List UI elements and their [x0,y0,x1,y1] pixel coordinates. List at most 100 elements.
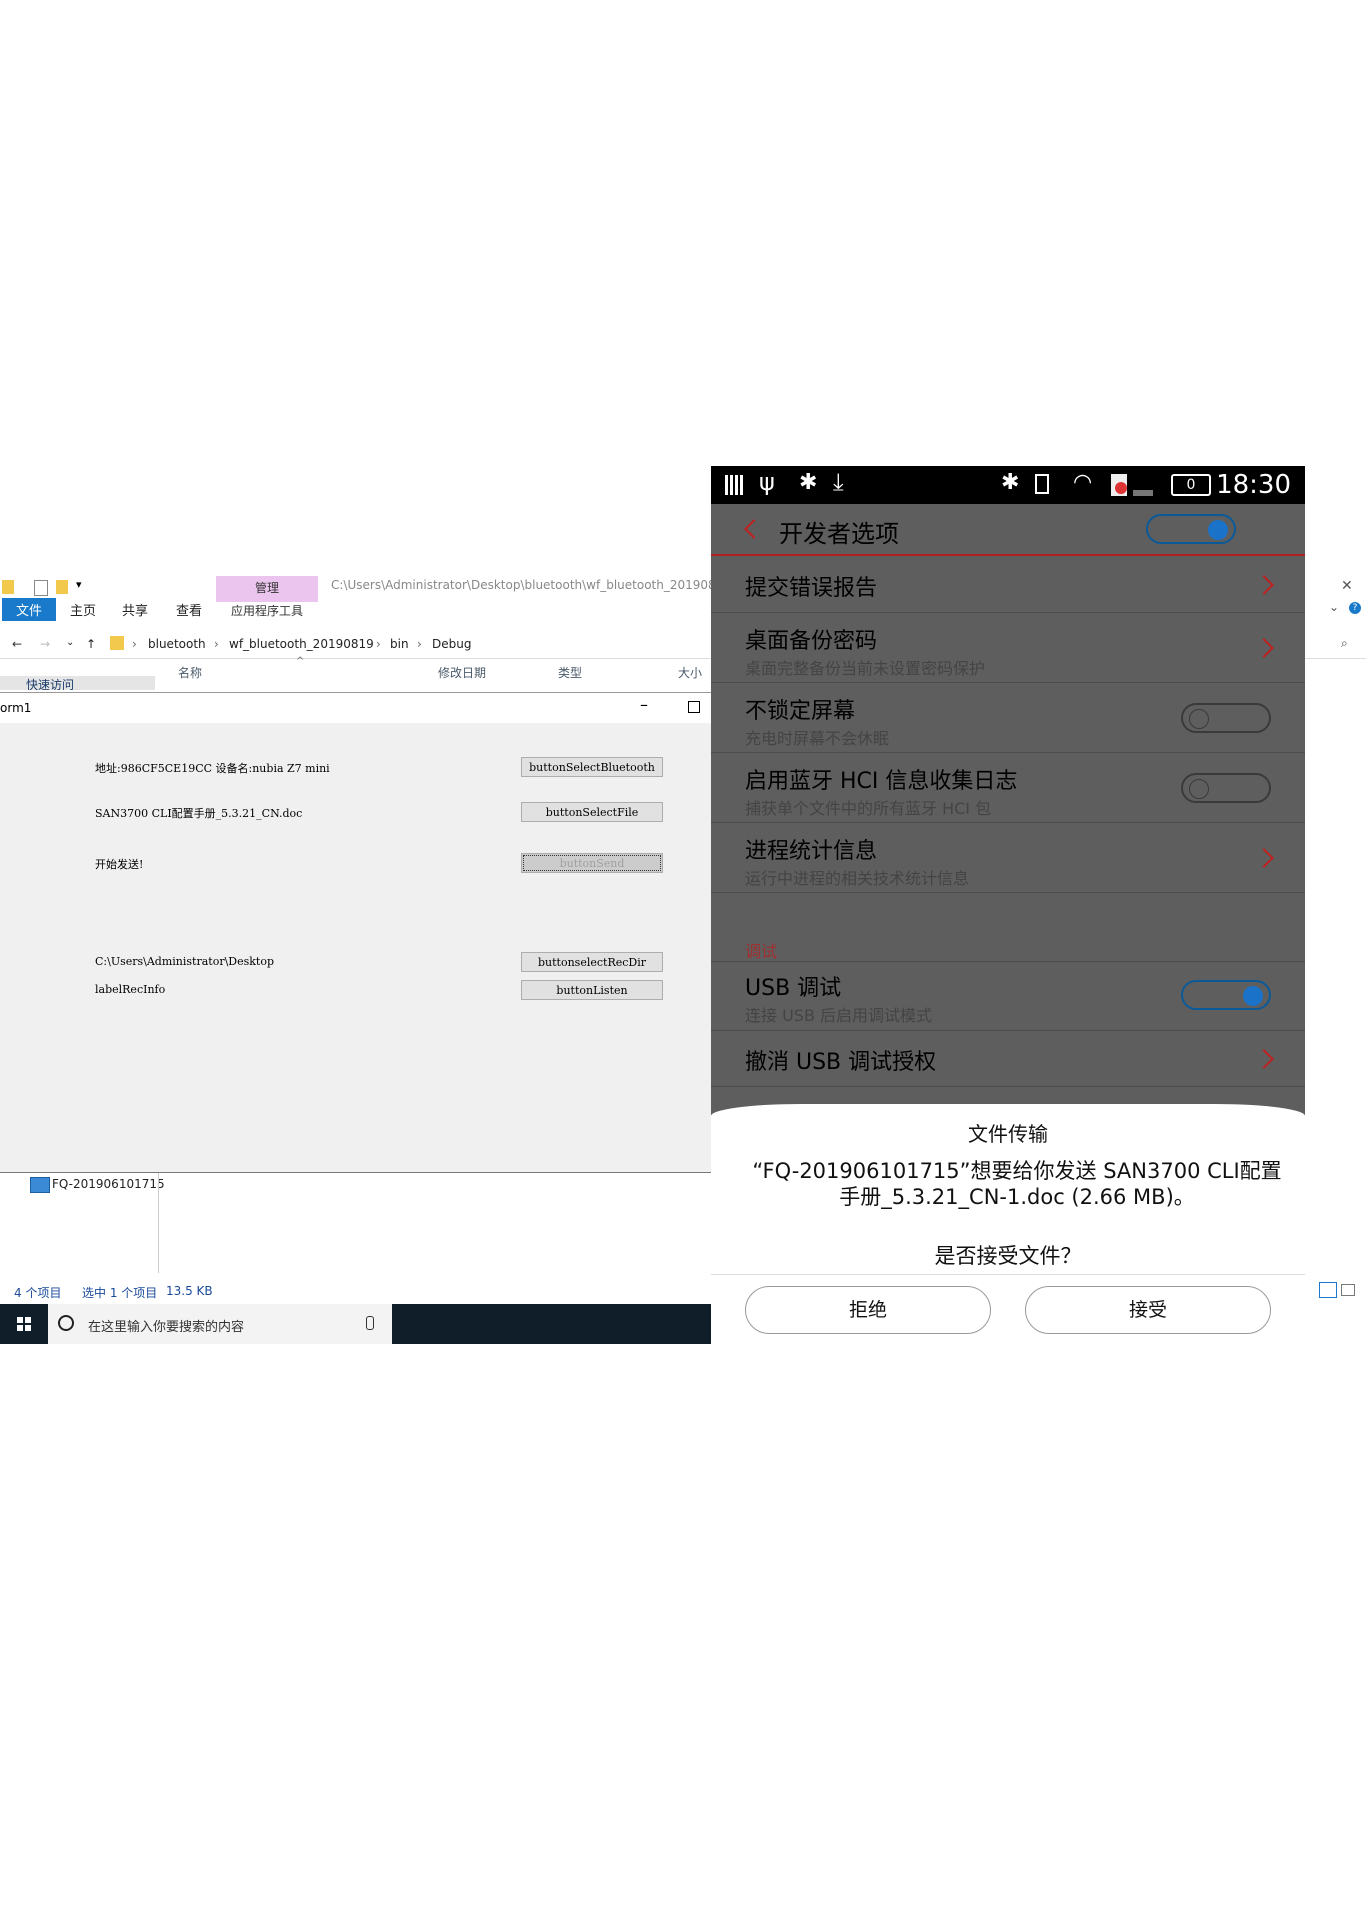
folder-icon[interactable] [2,580,14,594]
explorer-window-edge: ✕ ⌄ ? ⌕ [1305,572,1366,1344]
chevron-right-icon [1254,1049,1274,1069]
window-title-path: C:\Users\Administrator\Desktop\bluetooth… [331,578,711,592]
ribbon-collapse-icon[interactable]: ⌄ [1329,600,1339,614]
setting-subtitle: 连接 USB 后启用调试模式 [745,1006,933,1025]
breadcrumb-debug[interactable]: Debug [432,637,471,651]
up-arrow-icon[interactable]: ↑ [86,637,96,651]
dialog-message: “FQ-201906101715”想要给你发送 SAN3700 CLI配置手册_… [752,1159,1282,1209]
setting-title: 进程统计信息 [745,839,878,864]
setting-process-stats[interactable]: 进程统计信息 运行中进程的相关技术统计信息 [711,823,1305,893]
back-chevron-icon[interactable] [744,519,764,539]
setting-title: USB 调试 [745,976,842,1001]
search-placeholder: 在这里输入你要搜索的内容 [88,1320,245,1335]
tab-file[interactable]: 文件 [2,598,57,621]
status-size: 13.5 KB [166,1284,213,1298]
sim-icon [1111,474,1127,496]
column-size[interactable]: 大小 [678,664,702,681]
rec-dir-label: C:\Users\Administrator\Desktop [95,955,275,968]
bluetooth-icon: ✱ [1001,470,1020,495]
stay-awake-toggle[interactable] [1181,703,1271,733]
send-button[interactable]: buttonSend [521,853,663,873]
send-status-label: 开始发送! [95,858,144,871]
tab-home[interactable]: 主页 [70,600,96,619]
bt-hci-log-toggle[interactable] [1181,773,1271,803]
cortana-icon[interactable] [58,1315,74,1331]
breadcrumb-wf-bluetooth[interactable]: wf_bluetooth_20190819 [229,637,374,651]
setting-subtitle: 运行中进程的相关技术统计信息 [745,869,970,888]
pane-divider [158,1173,159,1273]
phone-status-bar: ψ ✱ ⤓ ✱ ◠ 0 18:30 [711,466,1305,504]
file-item[interactable]: FQ-201906101715 [52,1177,165,1191]
wifi-icon: ◠ [1073,470,1093,495]
chevron-right-icon: › [417,637,422,651]
setting-title: 撤消 USB 调试授权 [745,1050,937,1075]
chevron-right-icon: › [376,637,381,651]
sort-up-icon: ^ [296,656,305,667]
close-icon[interactable]: ✕ [1341,578,1353,594]
large-icons-view-icon[interactable] [1341,1284,1355,1296]
setting-backup-password[interactable]: 桌面备份密码 桌面完整备份当前未设置密码保护 [711,613,1305,683]
setting-revoke-usb-auth[interactable]: 撤消 USB 调试授权 [711,1030,1305,1087]
select-bluetooth-button[interactable]: buttonSelectBluetooth [521,757,663,777]
windows-start-icon[interactable] [17,1317,31,1331]
manage-ribbon-tab[interactable]: 管理 应用程序工具 [216,576,318,620]
recent-dropdown-icon[interactable]: ⌄ [66,637,74,648]
tab-share[interactable]: 共享 [122,600,148,619]
bluetooth-data-icon: ✱ [799,470,818,495]
listen-button[interactable]: buttonListen [521,980,663,1000]
battery-icon: 0 [1171,474,1211,496]
column-modified[interactable]: 修改日期 [438,664,486,681]
folder-icon [110,636,124,650]
microphone-icon[interactable] [366,1316,374,1330]
breadcrumb-bluetooth[interactable]: bluetooth [148,637,206,651]
minimize-button[interactable]: – [640,695,648,714]
qat-dropdown-icon[interactable]: ▾ [76,578,82,591]
usb-debugging-toggle[interactable] [1181,980,1271,1010]
computer-icon [30,1177,50,1193]
file-explorer-window: ▾ 管理 应用程序工具 C:\Users\Administrator\Deskt… [0,572,711,1344]
chevron-right-icon: › [132,637,137,651]
dialog-question: 是否接受文件？ [934,1244,1082,1268]
search-box-edge[interactable]: ⌕ [1305,630,1366,659]
breadcrumb-bin[interactable]: bin [390,637,409,651]
maximize-button[interactable] [688,701,700,713]
properties-icon[interactable] [34,580,48,596]
developer-options-toggle[interactable] [1146,514,1236,544]
app-tools-tab-label[interactable]: 应用程序工具 [216,602,318,620]
new-folder-icon[interactable] [56,580,68,594]
form-title-bar: orm1 – [0,693,711,723]
setting-bug-report[interactable]: 提交错误报告 [711,556,1305,613]
setting-usb-debugging[interactable]: USB 调试 连接 USB 后启用调试模式 [711,961,1305,1031]
status-item-count: 4 个项目 [14,1286,62,1300]
forward-arrow-icon[interactable]: → [40,637,50,651]
details-view-icon[interactable] [1319,1282,1337,1298]
app-bar: 开发者选项 [711,504,1305,556]
help-icon[interactable]: ? [1349,602,1361,614]
select-rec-dir-button[interactable]: buttonselectRecDir [521,952,663,972]
status-selected: 选中 1 个项目 [82,1286,158,1300]
sidebar-item-quick-access[interactable]: 快速访问 [0,676,155,690]
download-icon: ⤓ [833,468,844,496]
taskbar-search-box[interactable]: 在这里输入你要搜索的内容 [48,1304,392,1344]
select-file-button[interactable]: buttonSelectFile [521,802,663,822]
usb-icon: ψ [759,468,775,496]
signal-icon [1133,490,1153,496]
setting-title: 不锁定屏幕 [745,699,856,724]
back-arrow-icon[interactable]: ← [12,637,22,651]
section-header-debug: 调试 [745,942,778,961]
setting-bt-hci-log[interactable]: 启用蓝牙 HCI 信息收集日志 捕获单个文件中的所有蓝牙 HCI 包 [711,753,1305,823]
column-name[interactable]: 名称 [178,664,202,681]
address-bar[interactable]: ← → ⌄ ↑ › bluetooth › wf_bluetooth_20190… [0,630,711,659]
setting-subtitle: 桌面完整备份当前未设置密码保护 [745,659,986,678]
address-label: 地址:986CF5CE19CC 设备名:nubia Z7 mini [95,762,330,775]
form1-window: orm1 – 地址:986CF5CE19CC 设备名:nubia Z7 mini… [0,692,711,1173]
manage-tab-label: 管理 [254,581,279,595]
column-type[interactable]: 类型 [558,664,582,681]
tab-view[interactable]: 查看 [176,600,202,619]
vibrate-icon [1035,474,1049,494]
setting-stay-awake[interactable]: 不锁定屏幕 充电时屏幕不会休眠 [711,683,1305,753]
status-time: 18:30 [1216,470,1291,500]
accept-button[interactable]: 接受 [1025,1286,1271,1334]
reject-button[interactable]: 拒绝 [745,1286,991,1334]
form-title: orm1 [0,701,32,715]
